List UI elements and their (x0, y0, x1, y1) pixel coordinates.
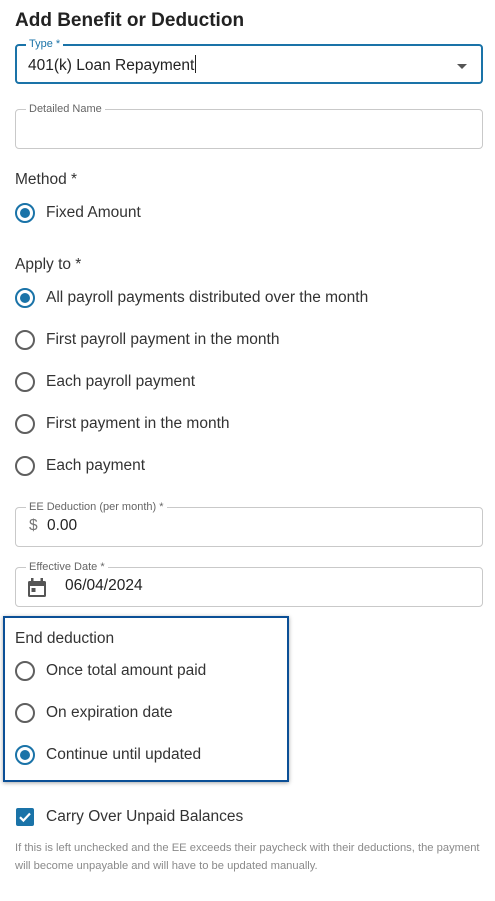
dollar-sign: $ (29, 517, 38, 534)
end-deduction-option-expiration[interactable]: On expiration date (15, 702, 173, 724)
method-label: Method * (15, 171, 78, 188)
end-deduction-option-total-paid[interactable]: Once total amount paid (15, 660, 206, 682)
carry-over-checkbox-row[interactable]: Carry Over Unpaid Balances (15, 806, 243, 828)
apply-to-option-first-payment[interactable]: First payment in the month (15, 413, 230, 435)
carry-over-label: Carry Over Unpaid Balances (46, 808, 244, 825)
radio-label: Each payment (46, 457, 146, 474)
end-deduction-label: End deduction (15, 630, 115, 647)
ee-deduction-field[interactable]: EE Deduction (per month) * $ 0.00 (15, 500, 483, 547)
effective-date-label: Effective Date * (26, 560, 108, 574)
carry-over-help-text: If this is left unchecked and the EE exc… (15, 842, 480, 872)
radio-checked-icon[interactable] (15, 745, 35, 765)
text-cursor (195, 55, 197, 73)
method-option-fixed-amount[interactable]: Fixed Amount (15, 202, 141, 224)
detailed-name-label: Detailed Name (26, 102, 105, 116)
detailed-name-field[interactable]: Detailed Name (15, 102, 483, 149)
ee-deduction-label: EE Deduction (per month) * (26, 500, 167, 514)
effective-date-value[interactable]: 06/04/2024 (65, 577, 143, 595)
radio-label: On expiration date (46, 704, 173, 721)
radio-label: Fixed Amount (46, 204, 141, 221)
apply-to-option-each-payroll[interactable]: Each payroll payment (15, 371, 195, 393)
radio-unchecked-icon[interactable] (15, 414, 35, 434)
end-deduction-option-continue[interactable]: Continue until updated (15, 744, 201, 766)
apply-to-option-first-payroll[interactable]: First payroll payment in the month (15, 329, 279, 351)
radio-label: Continue until updated (46, 746, 202, 763)
radio-label: Each payroll payment (46, 373, 196, 390)
radio-unchecked-icon[interactable] (15, 456, 35, 476)
radio-checked-icon[interactable] (15, 288, 35, 308)
radio-label: First payment in the month (46, 415, 230, 432)
radio-label: First payroll payment in the month (46, 331, 280, 348)
chevron-down-icon[interactable] (457, 64, 467, 69)
ee-deduction-value[interactable]: 0.00 (47, 517, 77, 535)
effective-date-field[interactable]: Effective Date * 06/04/2024 (15, 560, 483, 607)
radio-unchecked-icon[interactable] (15, 330, 35, 350)
radio-label: All payroll payments distributed over th… (46, 289, 369, 306)
apply-to-label: Apply to * (15, 256, 82, 273)
radio-unchecked-icon[interactable] (15, 372, 35, 392)
radio-label: Once total amount paid (46, 662, 207, 679)
type-label: Type * (26, 37, 64, 51)
form-title: Add Benefit or Deduction (15, 10, 245, 31)
radio-unchecked-icon[interactable] (15, 703, 35, 723)
calendar-icon[interactable] (28, 578, 46, 597)
type-select[interactable]: Type * 401(k) Loan Repayment (15, 37, 483, 84)
type-value: 401(k) Loan Repayment (28, 57, 195, 74)
apply-to-option-all-payroll[interactable]: All payroll payments distributed over th… (15, 287, 368, 309)
radio-unchecked-icon[interactable] (15, 661, 35, 681)
apply-to-option-each-payment[interactable]: Each payment (15, 455, 145, 477)
checkbox-checked-icon[interactable] (16, 808, 34, 826)
radio-checked-icon[interactable] (15, 203, 35, 223)
